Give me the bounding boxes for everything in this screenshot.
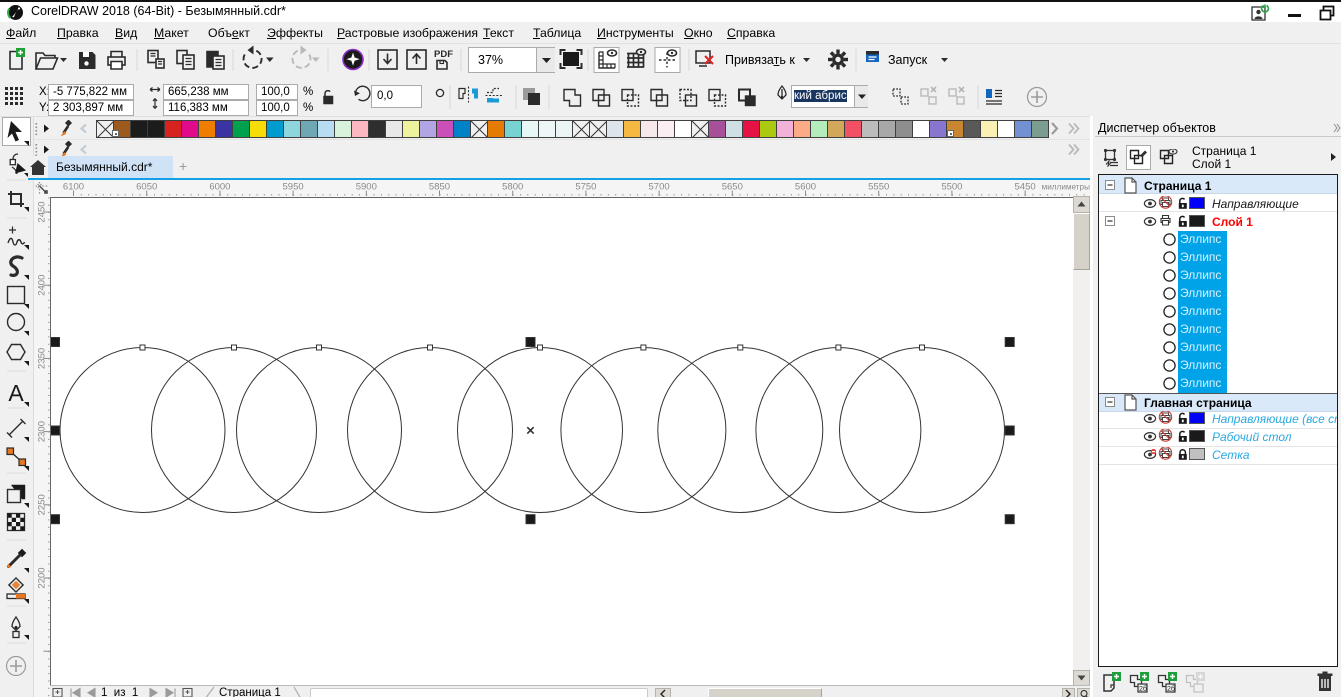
svg-text:миллиметры: миллиметры	[1042, 183, 1091, 192]
svg-text:A: A	[8, 380, 24, 406]
svg-text:PDF: PDF	[434, 49, 453, 60]
svg-text:2б: 2б	[1139, 685, 1147, 693]
svg-text:2б: 2б	[1167, 685, 1175, 693]
